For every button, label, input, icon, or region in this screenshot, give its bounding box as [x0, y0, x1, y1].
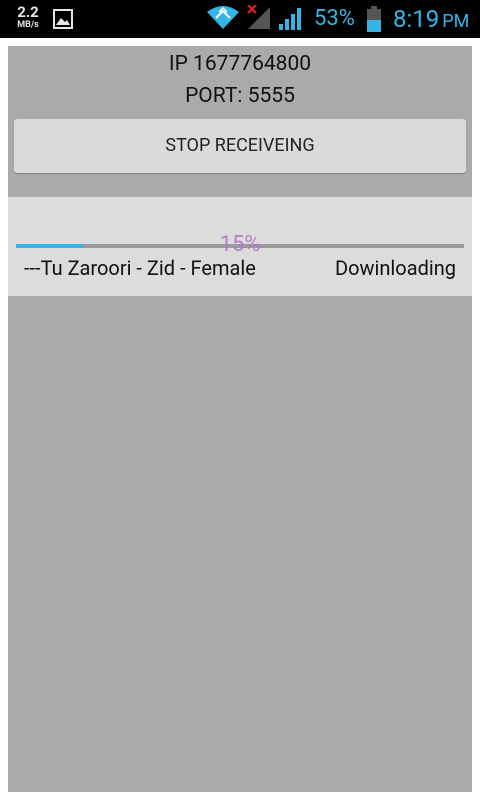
battery-percent: 53% — [314, 6, 355, 31]
battery-icon — [366, 6, 382, 36]
clock-ampm: PM — [442, 11, 470, 32]
signal-no-sim-icon — [246, 4, 272, 35]
net-speed-unit: MB/s — [17, 20, 39, 30]
download-status: Dowinloading — [334, 256, 456, 280]
clock-time: 8:19 — [393, 5, 440, 33]
port-label: PORT: 5555 — [185, 84, 295, 108]
signal-icon — [279, 8, 303, 34]
wifi-icon — [206, 5, 240, 35]
stop-receiving-button[interactable]: STOP RECEIVEING — [14, 119, 466, 173]
app-content: IP 1677764800 PORT: 5555 STOP RECEIVEING… — [8, 46, 472, 792]
song-title: ---Tu Zaroori - Zid - Female — [24, 256, 256, 280]
ip-address-label: IP 1677764800 — [168, 52, 312, 76]
network-speed-indicator: 2.2 MB/s — [15, 5, 41, 30]
net-speed-value: 2.2 — [17, 3, 39, 21]
transfer-item-panel: 15% ---Tu Zaroori - Zid - Female Dowinlo… — [8, 197, 472, 296]
clock: 8:19 PM — [393, 4, 469, 37]
status-bar: 2.2 MB/s 53% 8:19 PM — [0, 0, 480, 38]
gallery-icon — [53, 9, 73, 33]
